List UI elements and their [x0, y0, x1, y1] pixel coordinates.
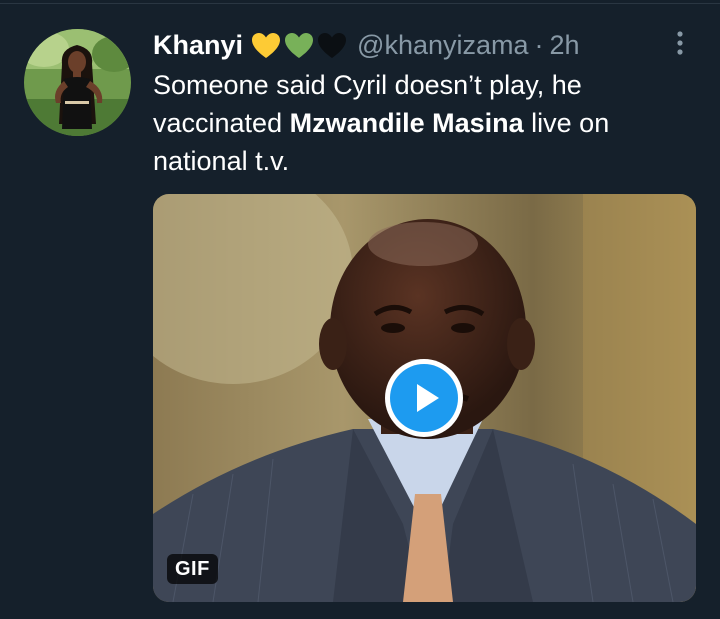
play-button-circle — [390, 364, 458, 432]
user-handle[interactable]: @khanyizama — [357, 30, 528, 61]
more-options-button[interactable] — [668, 28, 692, 58]
tweet-text: Someone said Cyril doesn’t play, he vacc… — [153, 66, 683, 180]
more-vertical-icon — [677, 31, 683, 55]
green-heart-icon — [285, 32, 314, 58]
play-icon — [417, 384, 439, 412]
divider — [0, 3, 720, 4]
gif-media[interactable]: GIF — [153, 194, 696, 602]
play-button[interactable] — [385, 359, 463, 437]
tweet[interactable]: Khanyi @khanyizama · 2h Someone said Cyr… — [0, 0, 720, 619]
separator-dot: · — [534, 29, 544, 60]
avatar[interactable] — [24, 29, 131, 136]
black-heart-icon — [318, 32, 347, 58]
emoji-group — [251, 32, 347, 59]
tweet-text-mention: Mzwandile Masina — [289, 108, 524, 138]
yellow-heart-icon — [252, 32, 281, 58]
tweet-header: Khanyi @khanyizama · 2h — [153, 28, 580, 62]
gif-badge: GIF — [167, 554, 218, 584]
timestamp[interactable]: 2h — [550, 30, 580, 61]
display-name[interactable]: Khanyi — [153, 30, 243, 61]
